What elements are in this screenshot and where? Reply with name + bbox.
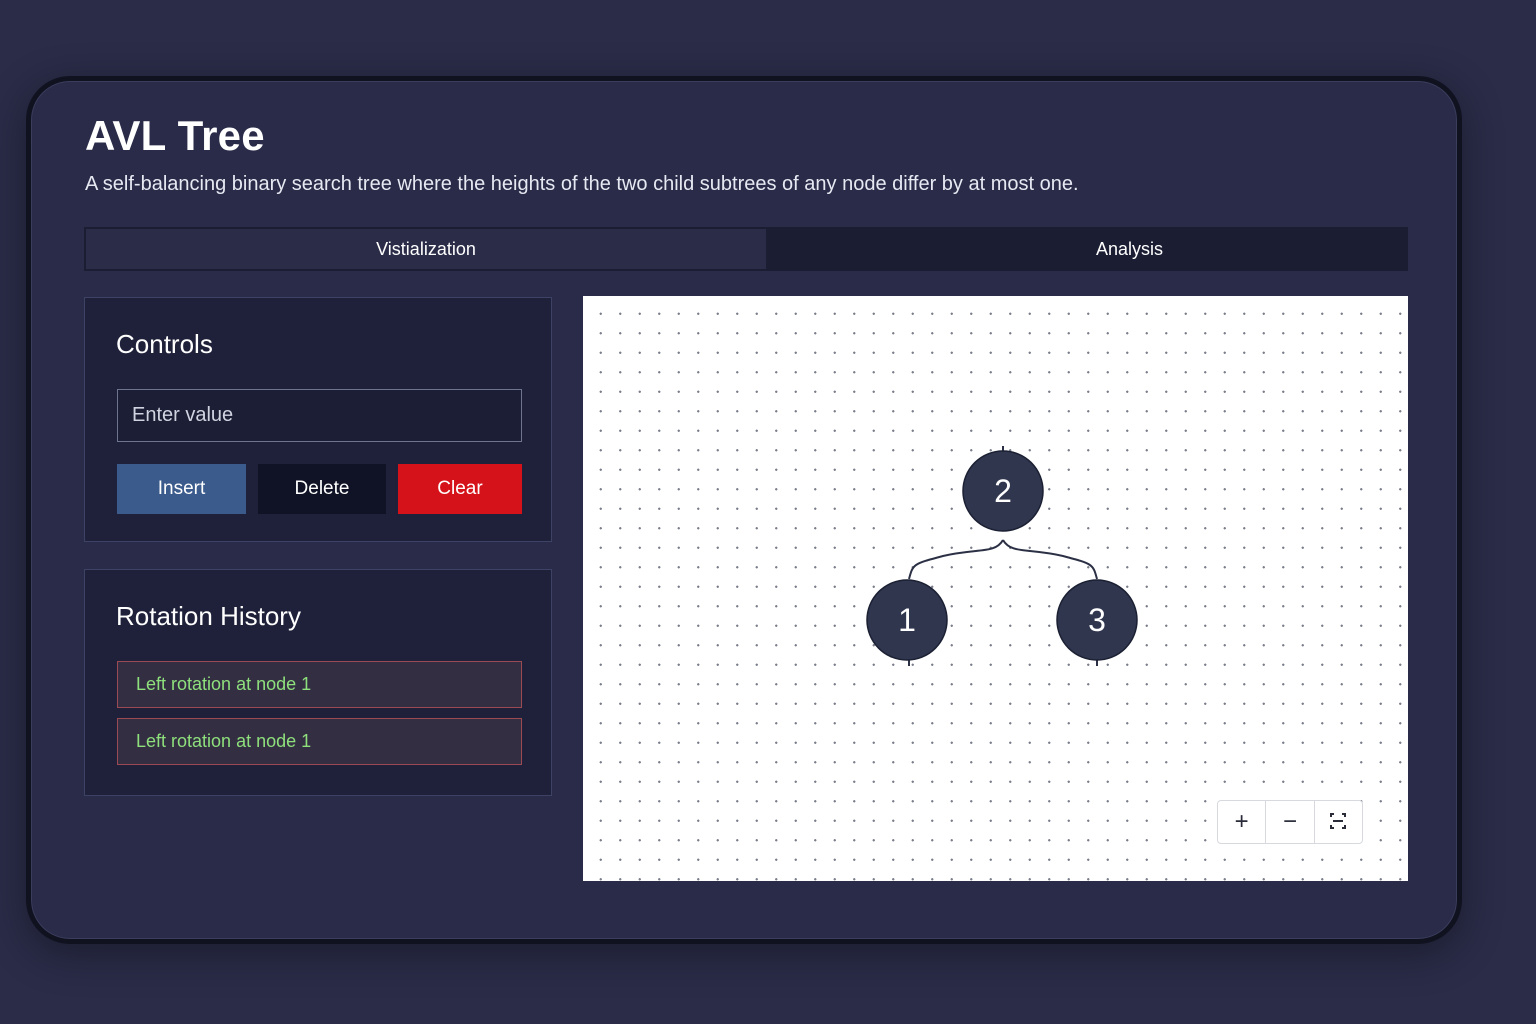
- page-title: AVL Tree: [85, 112, 265, 159]
- tree-node-left[interactable]: 1: [866, 579, 948, 661]
- rotation-history-title: Rotation History: [116, 601, 301, 631]
- controls-panel: Controls Insert Delete Clear: [84, 297, 552, 542]
- zoom-controls: + −: [1217, 800, 1363, 844]
- fit-view-button[interactable]: [1315, 801, 1362, 843]
- rotation-history-panel: Rotation History Left rotation at node 1…: [84, 569, 552, 796]
- page-subtitle: A self-balancing binary search tree wher…: [85, 173, 1079, 195]
- tree-edge-left: [908, 539, 1004, 580]
- delete-button[interactable]: Delete: [258, 464, 386, 514]
- value-input[interactable]: [117, 389, 522, 442]
- tree-graph: 2 1 3: [866, 446, 1138, 666]
- tab-analysis[interactable]: Analysis: [851, 227, 1408, 271]
- node-value: 1: [898, 602, 916, 638]
- zoom-in-button[interactable]: +: [1218, 801, 1267, 843]
- fit-view-icon: [1330, 813, 1347, 829]
- zoom-out-button[interactable]: −: [1266, 801, 1315, 843]
- node-value: 2: [994, 473, 1012, 509]
- node-value: 3: [1088, 602, 1106, 638]
- history-item: Left rotation at node 1: [117, 661, 522, 708]
- controls-title: Controls: [116, 329, 213, 359]
- plus-icon: +: [1234, 808, 1249, 835]
- tab-visualization[interactable]: Vistialization: [86, 229, 766, 269]
- tab-bar: Vistialization Analysis: [84, 227, 1408, 271]
- history-item: Left rotation at node 1: [117, 718, 522, 765]
- insert-button[interactable]: Insert: [117, 464, 246, 514]
- tree-canvas[interactable]: 2 1 3 + −: [583, 296, 1408, 881]
- tree-node-root[interactable]: 2: [962, 450, 1044, 532]
- tree-node-right[interactable]: 3: [1056, 579, 1138, 661]
- tree-edge-right: [1002, 539, 1098, 580]
- clear-button[interactable]: Clear: [398, 464, 522, 514]
- minus-icon: −: [1282, 808, 1297, 835]
